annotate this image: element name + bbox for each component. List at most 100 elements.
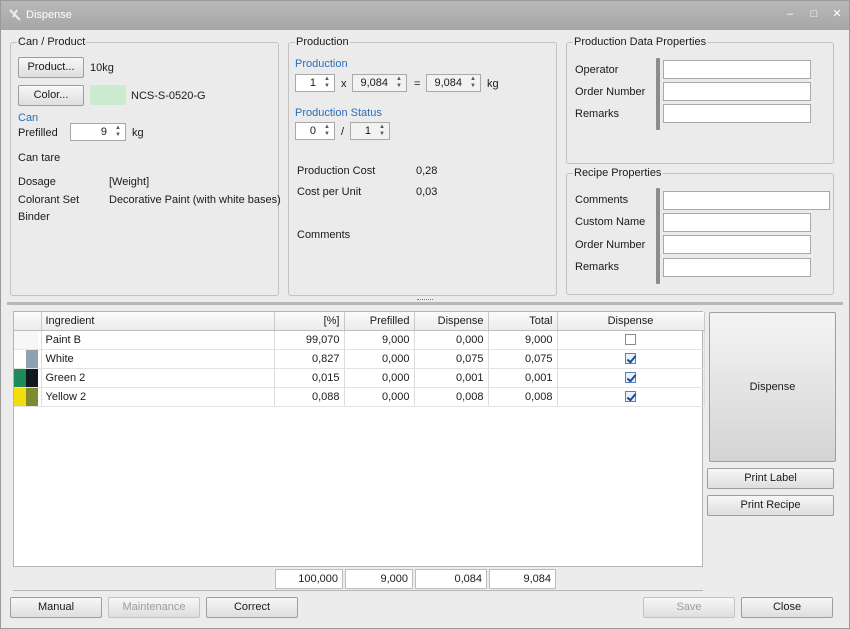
dispense-checkbox[interactable] <box>625 391 636 403</box>
spinner-arrows-icon[interactable]: ▲ ▼ <box>468 76 478 90</box>
rp-order-number-label: Order Number <box>575 239 646 251</box>
rp-remarks-label: Remarks <box>575 261 620 273</box>
status-total-spinner[interactable]: 1 ▲ ▼ <box>350 122 390 140</box>
window-title: Dispense <box>26 9 72 21</box>
dispense-checkbox[interactable] <box>625 353 636 365</box>
color-swatch <box>90 85 126 105</box>
correct-button[interactable]: Correct <box>206 597 298 618</box>
print-label-button[interactable]: Print Label <box>707 468 834 489</box>
table-row[interactable]: Paint B 99,070 9,000 0,000 9,000 <box>14 330 705 350</box>
swatch-color-1 <box>14 368 26 387</box>
colorant-set-label: Colorant Set <box>18 194 80 206</box>
ingredient-grid: Ingredient [%] Prefilled Dispense Total … <box>13 311 705 591</box>
column-header-dispense-amount[interactable]: Dispense <box>414 312 489 331</box>
operator-field[interactable] <box>663 60 811 79</box>
prefilled-spinner[interactable]: 9 ▲ ▼ <box>70 123 126 141</box>
dispense-button[interactable]: Dispense <box>709 312 836 462</box>
swatch-color-1 <box>14 330 26 349</box>
rp-comments-label: Comments <box>575 194 629 206</box>
total-amount-spinner[interactable]: 9,084 ▲ ▼ <box>426 74 481 92</box>
ingredient-prefilled: 9,000 <box>344 330 415 350</box>
rp-remarks-field[interactable] <box>663 258 811 277</box>
ingredient-total: 0,008 <box>488 387 558 407</box>
swatch-color-2 <box>26 368 38 387</box>
unit-amount-spinner[interactable]: 9,084 ▲ ▼ <box>352 74 407 92</box>
column-header-percent[interactable]: [%] <box>274 312 345 331</box>
pd-remarks-field[interactable] <box>663 104 811 123</box>
ingredient-percent: 0,827 <box>274 349 345 369</box>
splitter-grip-icon[interactable] <box>417 299 433 302</box>
can-tare-label: Can tare <box>18 152 61 164</box>
column-header-prefilled[interactable]: Prefilled <box>344 312 415 331</box>
table-row[interactable]: White 0,827 0,000 0,075 0,075 <box>14 349 705 369</box>
rp-custom-name-label: Custom Name <box>575 216 646 228</box>
splitter-handle[interactable] <box>656 58 660 130</box>
close-icon[interactable]: ✕ <box>830 7 844 21</box>
column-header-ingredient[interactable]: Ingredient <box>41 312 275 331</box>
rp-custom-name-field[interactable] <box>663 213 811 232</box>
times-sign: x <box>341 78 347 90</box>
maximize-icon[interactable]: □ <box>807 7 821 21</box>
save-button[interactable]: Save <box>643 597 735 618</box>
quantity-value: 1 <box>309 77 316 89</box>
app-icon <box>9 9 21 21</box>
minimize-icon[interactable]: – <box>783 7 797 21</box>
prefilled-label: Prefilled <box>18 127 58 139</box>
can-product-group: Can / Product <box>10 36 279 296</box>
spinner-arrows-icon[interactable]: ▲ ▼ <box>322 76 332 90</box>
color-button[interactable]: Color... <box>18 85 84 106</box>
manual-button[interactable]: Manual <box>10 597 102 618</box>
spinner-arrows-icon[interactable]: ▲ ▼ <box>113 125 123 139</box>
dispense-check-cell <box>557 387 705 407</box>
splitter-handle[interactable] <box>656 188 660 284</box>
status-done-spinner[interactable]: 0 ▲ ▼ <box>295 122 335 140</box>
dosage-label: Dosage <box>18 176 56 188</box>
spinner-arrows-icon[interactable]: ▲ ▼ <box>377 124 387 138</box>
product-button[interactable]: Product... <box>18 57 84 78</box>
dispense-checkbox[interactable] <box>625 372 636 384</box>
dispense-check-cell <box>557 349 705 369</box>
ingredient-name: Green 2 <box>41 368 275 388</box>
ingredient-name: Yellow 2 <box>41 387 275 407</box>
print-recipe-button[interactable]: Print Recipe <box>707 495 834 516</box>
production-cost-value: 0,28 <box>416 165 438 177</box>
column-header-dispense-check[interactable]: Dispense <box>557 312 705 331</box>
ingredient-percent: 99,070 <box>274 330 345 350</box>
dispense-checkbox[interactable] <box>625 334 636 346</box>
horizontal-splitter[interactable] <box>7 302 843 305</box>
production-cost-label: Production Cost <box>297 165 376 177</box>
ingredient-prefilled: 0,000 <box>344 368 415 388</box>
production-comments-label: Comments <box>297 229 351 241</box>
cost-per-unit-value: 0,03 <box>416 186 438 198</box>
close-button[interactable]: Close <box>741 597 833 618</box>
pd-order-number-field[interactable] <box>663 82 811 101</box>
swatch-color-1 <box>14 387 26 406</box>
spinner-arrows-icon[interactable]: ▲ ▼ <box>394 76 404 90</box>
ingredient-table: Ingredient [%] Prefilled Dispense Total … <box>14 312 705 407</box>
prefilled-value: 9 <box>100 126 107 138</box>
spinner-arrows-icon[interactable]: ▲ ▼ <box>322 124 332 138</box>
ingredient-dispense: 0,000 <box>414 330 489 350</box>
colorant-set-value: Decorative Paint (with white bases) <box>109 194 281 206</box>
table-row[interactable]: Yellow 2 0,088 0,000 0,008 0,008 <box>14 387 705 407</box>
totals-row: 100,000 9,000 0,084 9,084 <box>13 566 703 590</box>
quantity-spinner[interactable]: 1 ▲ ▼ <box>295 74 335 92</box>
table-row[interactable]: Green 2 0,015 0,000 0,001 0,001 <box>14 368 705 388</box>
ingredient-prefilled: 0,000 <box>344 387 415 407</box>
ingredient-name: Paint B <box>41 330 275 350</box>
swatch-color-2 <box>26 330 38 349</box>
total-amount-value: 9,084 <box>434 77 462 89</box>
production-title: Production <box>295 36 350 48</box>
title-bar: Dispense – □ ✕ <box>1 1 849 30</box>
swatch-color-2 <box>26 387 38 406</box>
dispense-window: Dispense – □ ✕ Can / Product Product... … <box>0 0 850 629</box>
grid-header-row: Ingredient [%] Prefilled Dispense Total … <box>14 312 705 331</box>
binder-label: Binder <box>18 211 50 223</box>
color-value: NCS-S-0520-G <box>131 90 206 102</box>
ingredient-total: 9,000 <box>488 330 558 350</box>
rp-comments-field[interactable] <box>663 191 830 210</box>
rp-order-number-field[interactable] <box>663 235 811 254</box>
production-data-properties-title: Production Data Properties <box>573 36 708 48</box>
column-header-total[interactable]: Total <box>488 312 558 331</box>
maintenance-button[interactable]: Maintenance <box>108 597 200 618</box>
